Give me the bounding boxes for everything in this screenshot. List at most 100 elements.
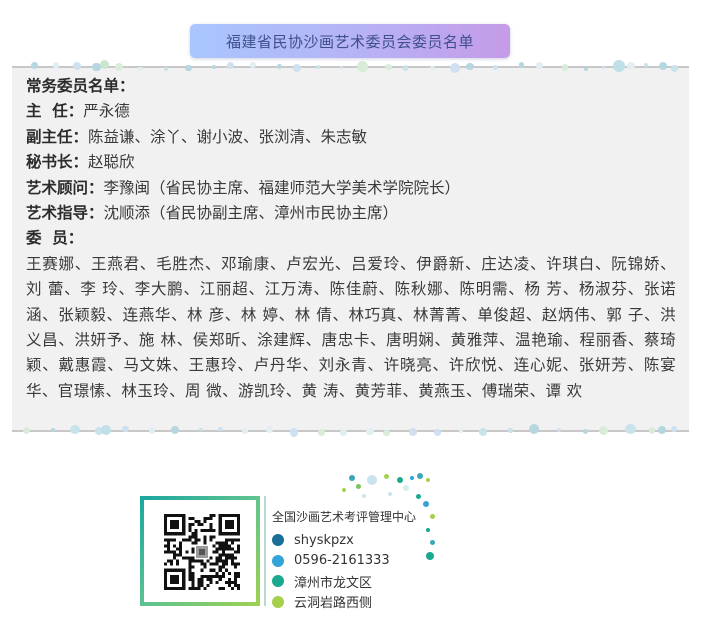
role-row-deputy-director: 副主任：陈益谦、涂丫、谢小波、张浏清、朱志敏: [26, 125, 676, 150]
qr-code[interactable]: [164, 514, 240, 590]
decor-dot: [582, 428, 588, 435]
qr-frame: [140, 496, 260, 606]
decor-dot: [403, 65, 409, 71]
standing-heading: 常务委员名单：: [26, 74, 676, 99]
decor-dot: [355, 483, 361, 489]
decor-dot: [51, 428, 55, 432]
card-divider: [264, 496, 266, 606]
decor-dot: [366, 427, 374, 436]
decor-dot: [426, 528, 430, 532]
decor-dot: [121, 425, 129, 433]
role-label: 艺术指导：: [26, 204, 104, 223]
decor-dot: [362, 494, 366, 498]
location-dot-icon: [272, 575, 284, 588]
decor-dot: [613, 60, 625, 72]
role-label: 副主任：: [26, 127, 89, 146]
address-dot-icon: [272, 595, 284, 608]
decor-dot: [138, 66, 143, 71]
decor-dot: [466, 62, 474, 70]
decor-dot: [349, 475, 355, 481]
role-value: 沈顺添（省民协副主席、漳州市民协主席）: [103, 204, 399, 223]
decor-dot: [70, 424, 80, 435]
decor-dot: [340, 428, 348, 436]
decor-dot: [561, 64, 569, 71]
decor-dot: [410, 476, 414, 480]
decor-dot: [492, 65, 498, 71]
decor-dot: [293, 64, 302, 72]
role-value: 李豫闽（省民协主席、福建师范大学美术学院院长）: [103, 178, 461, 197]
role-value: 赵聪欣: [88, 153, 135, 172]
org-name: 全国沙画艺术考评管理中心: [272, 510, 417, 524]
decor-dot: [528, 423, 540, 435]
decor-dot: [249, 62, 256, 69]
decor-dot: [426, 552, 434, 560]
decor-dot: [148, 427, 156, 434]
decor-dot: [388, 492, 392, 496]
members-heading: 委 员：: [26, 226, 676, 251]
decor-dot: [385, 63, 392, 71]
decor-dot: [403, 485, 409, 491]
role-row-art-director: 艺术指导：沈顺添（省民协副主席、漳州市民协主席）: [26, 201, 676, 226]
decor-dot: [409, 427, 418, 437]
contact-address: 云洞岩路西侧: [272, 592, 390, 613]
member-list: 常务委员名单： 主 任：严永德 副主任：陈益谦、涂丫、谢小波、张浏清、朱志敏 秘…: [26, 74, 676, 404]
decor-dot: [625, 424, 636, 435]
decor-dot: [342, 488, 346, 492]
contact-text: 云洞岩路西侧: [294, 596, 373, 612]
contact-location: 漳州市龙文区: [272, 571, 390, 592]
decor-dot: [383, 429, 390, 437]
decor-dot: [315, 64, 320, 69]
role-label: 主 任：: [26, 102, 84, 121]
decor-dot: [265, 425, 273, 434]
decor-dot: [659, 62, 667, 70]
decor-dot: [289, 428, 299, 437]
decor-dot: [101, 425, 111, 435]
decor-dot: [211, 64, 217, 69]
role-row-director: 主 任：严永德: [26, 99, 676, 124]
role-row-art-advisor: 艺术顾问：李豫闽（省民协主席、福建师范大学美术学院院长）: [26, 176, 676, 201]
role-value: 陈益谦、涂丫、谢小波、张浏清、朱志敏: [88, 127, 368, 146]
contact-phone: 0596-2161333: [272, 551, 390, 572]
role-label: 艺术顾问：: [26, 178, 104, 197]
decor-dot: [318, 429, 326, 436]
members-names: 王赛娜、王燕君、毛胜杰、邓瑜康、卢宏光、吕爱玲、伊爵新、庄达凌、许琪白、阮锦娇、…: [26, 254, 676, 400]
decor-dot: [459, 429, 463, 433]
decor-dot: [429, 513, 435, 519]
decor-dot: [31, 62, 38, 69]
decor-dot: [367, 475, 377, 485]
decor-dot: [584, 66, 589, 71]
decor-dot: [415, 493, 421, 499]
decor-dot: [397, 477, 403, 483]
decor-dot: [417, 473, 423, 479]
decor-dot: [658, 426, 666, 434]
decor-dot: [426, 478, 430, 482]
decor-dot: [383, 473, 389, 479]
decor-dot: [163, 66, 168, 71]
contact-text: shyskpzx: [294, 532, 354, 548]
decor-dot: [199, 427, 203, 432]
decor-dot: [626, 61, 636, 71]
phone-dot-icon: [272, 554, 284, 567]
role-label: 秘书长：: [26, 153, 89, 172]
decor-dot: [22, 426, 30, 434]
decor-dot: [479, 427, 488, 436]
decor-dot: [429, 65, 435, 71]
contact-wechat: shyskpzx: [272, 530, 390, 551]
wechat-dot-icon: [272, 534, 284, 547]
decor-dot: [429, 539, 435, 545]
decor-dot: [99, 59, 109, 69]
contact-list: shyskpzx 0596-2161333 漳州市龙文区 云洞岩路西侧: [272, 530, 390, 612]
decor-dot: [185, 64, 192, 71]
decor-dot: [648, 427, 656, 435]
decor-dot: [519, 62, 525, 68]
decor-dot: [357, 61, 368, 73]
decor-dot: [423, 501, 429, 507]
contact-card: 全国沙画艺术考评管理中心 shyskpzx 0596-2161333 漳州市龙文…: [140, 496, 440, 611]
decor-dot: [241, 427, 249, 435]
contact-text: 0596-2161333: [294, 553, 390, 569]
members-label: 委 员：: [26, 229, 84, 248]
decor-dot: [598, 425, 609, 436]
role-row-secretary-general: 秘书长：赵聪欣: [26, 150, 676, 175]
decor-dot: [507, 427, 513, 433]
decor-dot: [276, 64, 282, 70]
